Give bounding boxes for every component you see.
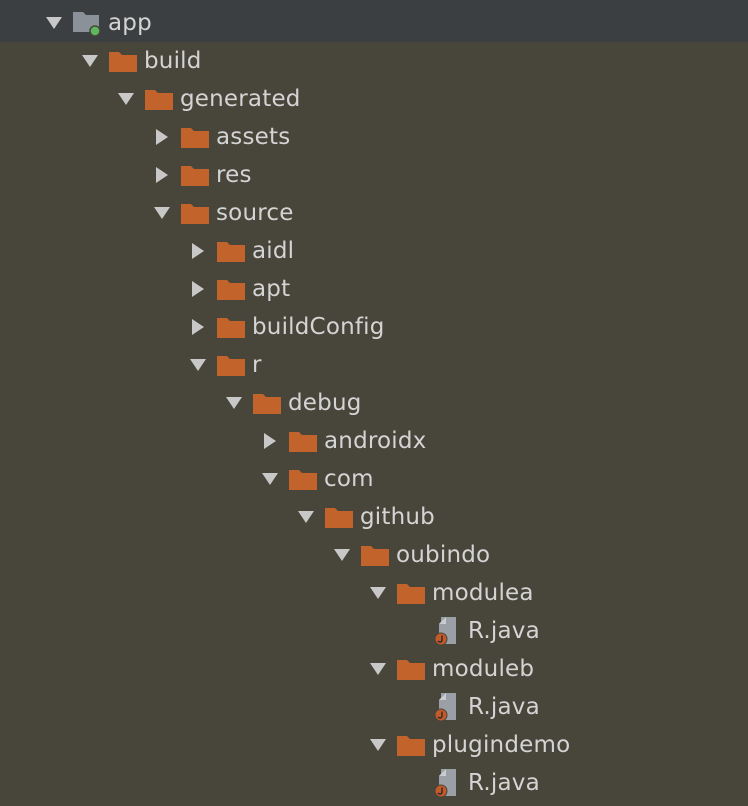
folder-icon xyxy=(108,46,138,76)
expanded-arrow-icon[interactable] xyxy=(324,536,360,574)
tree-item-label: com xyxy=(324,466,374,492)
tree-item-label: moduleb xyxy=(432,656,535,682)
tree-item-label: apt xyxy=(252,276,291,302)
folder-icon xyxy=(324,502,354,532)
collapsed-arrow-icon[interactable] xyxy=(180,232,216,270)
folder-icon xyxy=(180,198,210,228)
tree-item-label: r xyxy=(252,352,262,378)
tree-item-label: generated xyxy=(180,86,301,112)
tree-item-label: aidl xyxy=(252,238,295,264)
expanded-arrow-icon[interactable] xyxy=(144,194,180,232)
folder-icon xyxy=(360,540,390,570)
tree-leaf-spacer xyxy=(396,612,432,650)
collapsed-arrow-icon[interactable] xyxy=(144,156,180,194)
tree-item-label: modulea xyxy=(432,580,534,606)
tree-row-plugindemo[interactable]: plugindemo xyxy=(0,726,748,764)
tree-row-moduleb[interactable]: moduleb xyxy=(0,650,748,688)
expanded-arrow-icon[interactable] xyxy=(216,384,252,422)
expanded-arrow-icon[interactable] xyxy=(360,574,396,612)
tree-item-label: plugindemo xyxy=(432,732,571,758)
folder-icon xyxy=(144,84,174,114)
java-file-icon xyxy=(432,616,462,646)
tree-row-androidx[interactable]: androidx xyxy=(0,422,748,460)
tree-item-label: github xyxy=(360,504,435,530)
expanded-arrow-icon[interactable] xyxy=(360,726,396,764)
expanded-arrow-icon[interactable] xyxy=(360,650,396,688)
folder-icon xyxy=(288,464,318,494)
folder-icon xyxy=(216,312,246,342)
folder-icon xyxy=(216,236,246,266)
tree-item-label: oubindo xyxy=(396,542,491,568)
folder-icon xyxy=(396,654,426,684)
tree-row-modulea[interactable]: modulea xyxy=(0,574,748,612)
tree-leaf-spacer xyxy=(396,764,432,802)
collapsed-arrow-icon[interactable] xyxy=(180,270,216,308)
tree-row-apt[interactable]: apt xyxy=(0,270,748,308)
tree-item-label: build xyxy=(144,48,202,74)
tree-row-debug[interactable]: debug xyxy=(0,384,748,422)
project-tree: app build generated assets res source aidl apt b… xyxy=(0,0,748,806)
expanded-arrow-icon[interactable] xyxy=(72,42,108,80)
expanded-arrow-icon[interactable] xyxy=(252,460,288,498)
tree-row-github[interactable]: github xyxy=(0,498,748,536)
folder-icon xyxy=(396,578,426,608)
tree-row-build[interactable]: build xyxy=(0,42,748,80)
tree-row-buildconfig[interactable]: buildConfig xyxy=(0,308,748,346)
tree-item-label: buildConfig xyxy=(252,314,385,340)
java-file-icon xyxy=(432,692,462,722)
tree-row-aidl[interactable]: aidl xyxy=(0,232,748,270)
tree-leaf-spacer xyxy=(396,688,432,726)
tree-row-r[interactable]: r xyxy=(0,346,748,384)
collapsed-arrow-icon[interactable] xyxy=(180,308,216,346)
tree-row-app[interactable]: app xyxy=(0,4,748,42)
folder-icon xyxy=(216,274,246,304)
folder-icon xyxy=(216,350,246,380)
expanded-arrow-icon[interactable] xyxy=(36,4,72,42)
tree-item-label: R.java xyxy=(468,694,540,720)
tree-row-com[interactable]: com xyxy=(0,460,748,498)
tree-row-source[interactable]: source xyxy=(0,194,748,232)
folder-icon xyxy=(180,122,210,152)
tree-item-label: res xyxy=(216,162,252,188)
collapsed-arrow-icon[interactable] xyxy=(144,118,180,156)
tree-row-r-java[interactable]: R.java xyxy=(0,612,748,650)
tree-row-generated[interactable]: generated xyxy=(0,80,748,118)
tree-item-label: debug xyxy=(288,390,362,416)
tree-item-label: assets xyxy=(216,124,291,150)
tree-row-r-java[interactable]: R.java xyxy=(0,688,748,726)
folder-icon xyxy=(396,730,426,760)
tree-item-label: R.java xyxy=(468,770,540,796)
expanded-arrow-icon[interactable] xyxy=(288,498,324,536)
folder-icon xyxy=(252,388,282,418)
tree-row-res[interactable]: res xyxy=(0,156,748,194)
tree-item-label: app xyxy=(108,10,152,36)
tree-row-assets[interactable]: assets xyxy=(0,118,748,156)
tree-item-label: source xyxy=(216,200,294,226)
expanded-arrow-icon[interactable] xyxy=(108,80,144,118)
tree-item-label: R.java xyxy=(468,618,540,644)
module-folder-icon xyxy=(72,8,102,38)
tree-item-label: androidx xyxy=(324,428,427,454)
tree-row-r-java[interactable]: R.java xyxy=(0,764,748,802)
folder-icon xyxy=(288,426,318,456)
tree-row-oubindo[interactable]: oubindo xyxy=(0,536,748,574)
collapsed-arrow-icon[interactable] xyxy=(252,422,288,460)
java-file-icon xyxy=(432,768,462,798)
folder-icon xyxy=(180,160,210,190)
expanded-arrow-icon[interactable] xyxy=(180,346,216,384)
